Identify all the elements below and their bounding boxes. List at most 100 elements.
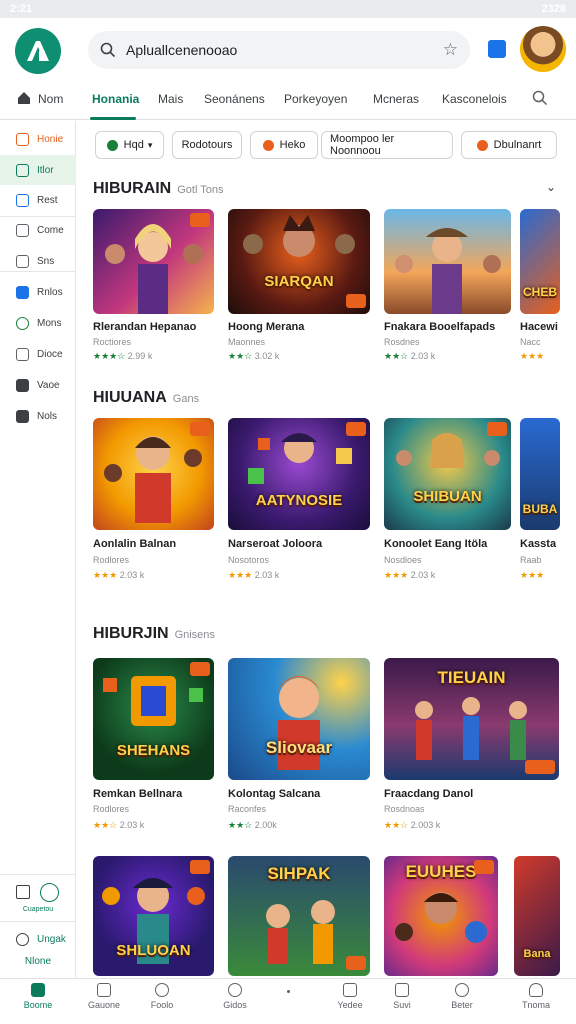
star-icon[interactable]: ☆ [443,40,458,60]
nav-suvi[interactable]: Suvi [372,983,432,1010]
app-card[interactable]: TIEUAIN Fraacdang Danol Rosdnoas ★★☆ 2.0… [384,658,559,833]
app-card[interactable]: SHLUOAN [93,856,214,976]
sidebar-item-rnlos[interactable]: Rnlos [0,277,76,307]
library-icon [16,409,29,423]
sidebar-item-nols[interactable]: Nols [0,401,76,431]
chip-dbulnanrt[interactable]: Dbulnanrt [461,131,557,159]
card-subtitle: Roctiores [93,337,132,347]
nav-boome[interactable]: Boome [8,983,68,1010]
app-logo[interactable] [15,28,61,74]
sale-badge [346,294,366,308]
tab-mcneras[interactable]: Mcneras [373,92,419,106]
app-card[interactable]: Aonlalin Balnan Rodlores ★★★ 2.03 k [93,418,214,583]
sidebar-item-come[interactable]: Come [0,215,76,245]
card-rating: ★★★ 2.03 k [228,570,279,581]
app-card[interactable]: BUBA Kassta Raab ★★★ [520,418,576,583]
app-card[interactable]: SHIBUAN Konoolet Eang Itöla Nosdloes ★★★… [384,418,511,583]
star-rating-icon: ★★☆ [228,351,253,361]
sidebar-item-rest[interactable]: Rest [0,185,76,215]
rating-value: 2.99 k [127,351,153,361]
nav-foolo[interactable]: Foolo [132,983,192,1010]
nav-gauone[interactable]: Gauone [74,983,134,1010]
card-thumbnail [384,209,511,314]
rating-value: 2.03 k [119,820,145,830]
app-card[interactable]: AATYNOSIE Narseroat Joloora Nosotoros ★★… [228,418,370,583]
chip-heko[interactable]: Heko [250,131,318,159]
rating-value: 2.03 k [410,570,436,580]
chip-rodotours[interactable]: Rodotours [172,131,242,159]
app-card[interactable]: SIARQAN Hoong Merana Maonnes ★★☆ 3.02 k [228,209,370,362]
search-bar[interactable]: Apluallcenenooao ☆ [88,31,470,69]
app-card[interactable]: Sliovaar Kolontag Salcana Raconfes ★★☆ 2… [228,658,370,833]
sidebar-item-itlor[interactable]: Itlor [0,155,76,185]
search-icon [100,42,116,58]
section-title: HIBURAIN Gotl Tons [93,180,224,198]
sidebar-footer-item[interactable]: Ungak [16,933,66,946]
play-circle-icon[interactable] [40,883,59,902]
card-thumbnail: CHEB [520,209,560,314]
sidebar-item-label: Rnlos [37,286,63,298]
book-icon[interactable] [16,885,30,899]
card-subtitle: Rodlores [93,804,130,814]
apps-grid-icon[interactable] [488,40,506,58]
nav-dot[interactable] [258,983,318,993]
chip-label: Moompoo ler Noonnoou [330,133,395,157]
grid-icon [16,193,29,207]
chevron-icon[interactable]: ⌄ [546,180,556,194]
sidebar-item-mons[interactable]: Mons [0,308,76,338]
chip-moompoo[interactable]: Moompoo ler Noonnoou [321,131,453,159]
category-tabs: Nom Honania Mais Seonánens Porkeyoyen Mc… [0,80,576,120]
tab-porkeyoyen[interactable]: Porkeyoyen [284,92,347,106]
search-input[interactable]: Apluallcenenooao [126,42,443,58]
sale-badge [190,662,210,676]
top-header: Apluallcenenooao ☆ [0,18,576,80]
thumbnail-title: TIEUAIN [437,668,506,687]
rating-value: 2.03 k [119,570,145,580]
tab-seonanens[interactable]: Seonánens [204,92,265,106]
sidebar-item-label: Come [37,224,64,236]
sidebar-item-vaoe[interactable]: Vaoe [0,370,76,400]
nav-yedee[interactable]: Yedee [320,983,380,1010]
app-card[interactable]: SHEHANS Remkan Bellnara Rodlores ★★☆ 2.0… [93,658,214,833]
section-title-text: HIUUANA [93,389,167,406]
sidebar-item-dioce[interactable]: Dioce [0,339,76,369]
rating-value: 2.03 k [410,351,436,361]
section-title: HIBURJIN Gnisens [93,625,215,643]
status-bar: 2:21 2328 [0,0,576,18]
sidebar-item-honie[interactable]: Honie [0,124,76,154]
card-title: Aonlalin Balnan [93,538,177,550]
card-thumbnail [93,418,214,530]
nav-beter[interactable]: Beter [432,983,492,1010]
card-rating: ★★☆ 3.02 k [228,351,279,362]
sidebar-item-label: Honie [37,133,64,145]
app-card[interactable]: Rlerandan Hepanao Roctiores ★★★☆ 2.99 k [93,209,214,361]
nav-tnoma[interactable]: Tnoma [506,983,566,1010]
sidebar-item-label: Rest [37,194,58,206]
star-rating-icon: ★★★ [520,351,545,361]
chip-label: Hqd [123,139,144,151]
person-icon [529,983,543,997]
sale-badge [190,860,210,874]
rating-value: 2.003 k [410,820,441,830]
app-card[interactable]: CHEB Hacewi Nacc ★★★ [520,209,576,361]
tab-honania[interactable]: Honania [92,92,139,106]
tab-mais[interactable]: Mais [158,92,183,106]
card-rating: ★★★ [520,570,544,581]
tab-nom[interactable]: Nom [38,92,63,106]
section-title: HIUUANA Gans [93,389,199,407]
tab-kasconelois[interactable]: Kasconelois [442,92,507,106]
app-card[interactable]: Fnakara Booelfapads Rosdnes ★★☆ 2.03 k [384,209,511,361]
card-title: Kolontag Salcana [228,788,321,800]
fire-icon [262,139,274,151]
avatar[interactable] [520,26,566,72]
card-thumbnail: SIHPAK [228,856,370,976]
sidebar-footer-bottom[interactable]: Nlone [0,956,76,967]
app-card[interactable]: Bana [514,856,560,976]
app-card[interactable]: SIHPAK [228,856,370,976]
tabs-search-icon[interactable] [532,90,548,106]
card-rating: ★★☆ 2.003 k [384,820,440,831]
nav-gidos[interactable]: Gidos [205,983,265,1010]
app-card[interactable]: EUUHES [384,856,498,976]
star-rating-icon: ★★★ [228,570,253,580]
chip-hqd[interactable]: Hqd ▾ [95,131,164,159]
